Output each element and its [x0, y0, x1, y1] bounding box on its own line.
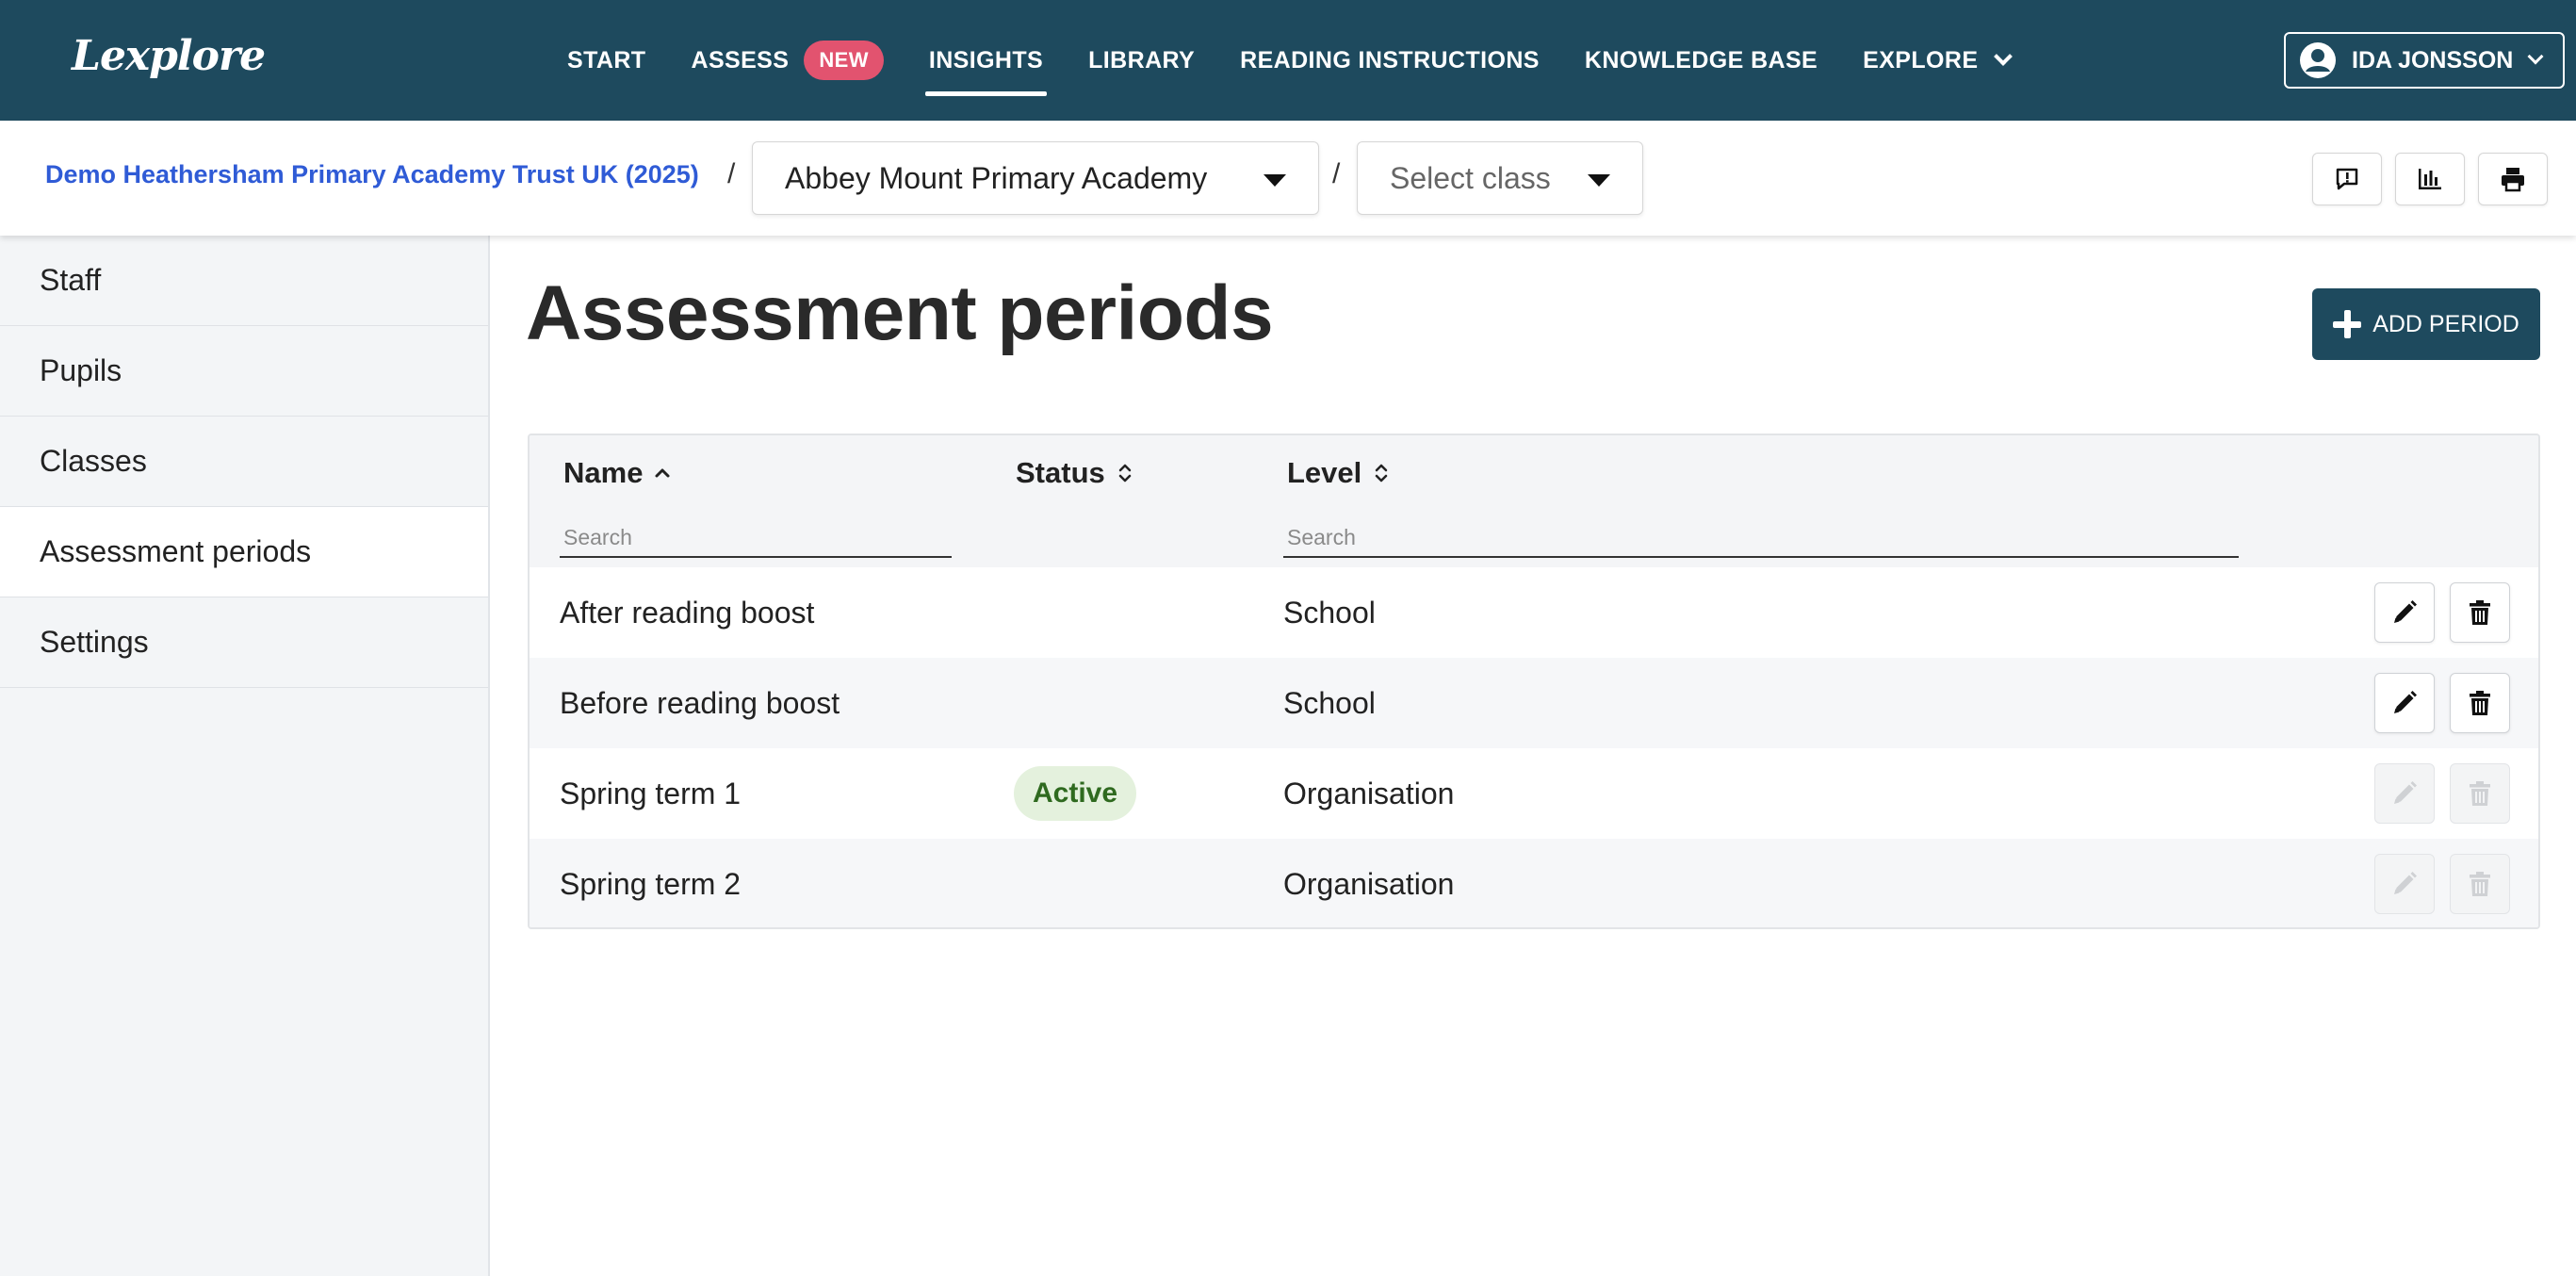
- plus-icon: [2333, 310, 2362, 338]
- cell-level: Organisation: [1283, 776, 1455, 810]
- pencil-icon: [2394, 872, 2417, 894]
- nav-item-assess[interactable]: ASSESS NEW: [668, 0, 905, 121]
- sidebar-item-label: Classes: [40, 444, 147, 478]
- feedback-icon: [2336, 168, 2358, 190]
- trash-icon: [2470, 872, 2490, 896]
- cell-level: Organisation: [1283, 866, 1455, 901]
- nav-item-insights[interactable]: INSIGHTS: [906, 0, 1066, 121]
- sidebar-item-label: Staff: [40, 263, 102, 297]
- top-navigation-bar: Lexplore START ASSESS NEW INSIGHTS LIBRA…: [0, 0, 2576, 121]
- sidebar: Staff Pupils Classes Assessment periods …: [0, 236, 490, 1276]
- nav-item-explore[interactable]: EXPLORE: [1840, 0, 2032, 121]
- name-search-input[interactable]: [560, 509, 952, 558]
- class-select-placeholder: Select class: [1390, 160, 1551, 195]
- cell-level: School: [1283, 595, 1376, 630]
- sidebar-item-staff[interactable]: Staff: [0, 236, 488, 326]
- table-row: Spring term 1 Active Organisation: [530, 748, 2538, 839]
- chevron-down-icon: [2527, 48, 2544, 65]
- status-badge: Active: [1014, 766, 1137, 821]
- bar-chart-icon: [2419, 169, 2441, 189]
- school-select-value: Abbey Mount Primary Academy: [785, 160, 1208, 195]
- sidebar-item-label: Settings: [40, 625, 149, 659]
- user-menu-button[interactable]: IDA JONSSON: [2284, 32, 2565, 89]
- breadcrumb-separator: /: [1332, 158, 1341, 189]
- caret-down-icon: [1588, 174, 1610, 187]
- sidebar-item-assessment-periods[interactable]: Assessment periods: [0, 507, 488, 597]
- cell-name: Spring term 2: [560, 866, 742, 901]
- column-header-label: Name: [563, 456, 644, 489]
- sidebar-item-label: Assessment periods: [40, 534, 312, 568]
- printer-icon: [2502, 168, 2524, 192]
- pencil-icon: [2394, 600, 2417, 623]
- breadcrumb-organisation-link[interactable]: Demo Heathersham Primary Academy Trust U…: [45, 160, 699, 189]
- delete-button: [2450, 854, 2510, 914]
- breadcrumb-separator: /: [727, 158, 736, 189]
- print-button[interactable]: [2478, 153, 2548, 205]
- user-name: IDA JONSSON: [2352, 46, 2514, 74]
- breadcrumb: Demo Heathersham Primary Academy Trust U…: [0, 121, 2576, 236]
- nav-item-start[interactable]: START: [545, 0, 668, 121]
- nav-item-label: START: [567, 46, 646, 74]
- edit-button: [2374, 763, 2435, 824]
- edit-button[interactable]: [2374, 673, 2435, 733]
- feedback-button[interactable]: [2312, 153, 2382, 205]
- trash-icon: [2470, 781, 2490, 806]
- sort-ascending-icon: [655, 468, 670, 478]
- sort-icon: [1376, 464, 1388, 483]
- page-title: Assessment periods: [526, 270, 1274, 356]
- table-row: Before reading boost School: [530, 658, 2538, 748]
- class-select[interactable]: Select class: [1357, 141, 1643, 215]
- edit-button[interactable]: [2374, 582, 2435, 643]
- column-header-level[interactable]: Level: [1287, 456, 1392, 490]
- caret-down-icon: [1264, 174, 1286, 187]
- cell-level: School: [1283, 685, 1376, 720]
- school-select[interactable]: Abbey Mount Primary Academy: [752, 141, 1319, 215]
- lexplore-logo[interactable]: Lexplore: [72, 26, 266, 87]
- chevron-down-icon: [1994, 47, 2014, 66]
- cell-status: Active: [1014, 748, 1137, 839]
- column-header-name[interactable]: Name: [563, 456, 673, 490]
- nav-item-label: INSIGHTS: [928, 46, 1044, 74]
- nav-item-knowledge-base[interactable]: KNOWLEDGE BASE: [1562, 0, 1840, 121]
- nav-item-label: LIBRARY: [1088, 46, 1196, 74]
- delete-button[interactable]: [2450, 673, 2510, 733]
- add-period-label: ADD PERIOD: [2372, 310, 2519, 337]
- cell-name: Before reading boost: [560, 685, 840, 720]
- add-period-button[interactable]: ADD PERIOD: [2312, 288, 2540, 360]
- sidebar-item-label: Pupils: [40, 353, 122, 387]
- column-header-label: Level: [1287, 456, 1362, 489]
- sort-icon: [1118, 464, 1131, 483]
- nav-item-reading-instructions[interactable]: READING INSTRUCTIONS: [1217, 0, 1562, 121]
- delete-button[interactable]: [2450, 582, 2510, 643]
- table-header: Name Status Level: [530, 435, 2538, 567]
- column-header-label: Status: [1016, 456, 1105, 489]
- column-header-status[interactable]: Status: [1016, 456, 1135, 490]
- cell-name: Spring term 1: [560, 776, 742, 810]
- table-row: Spring term 2 Organisation: [530, 839, 2538, 927]
- edit-button: [2374, 854, 2435, 914]
- pencil-icon: [2394, 691, 2417, 713]
- nav-item-label: EXPLORE: [1863, 46, 1979, 74]
- sidebar-item-pupils[interactable]: Pupils: [0, 326, 488, 417]
- sidebar-item-settings[interactable]: Settings: [0, 597, 488, 688]
- main-nav: START ASSESS NEW INSIGHTS LIBRARY READIN…: [545, 0, 2032, 121]
- pencil-icon: [2394, 781, 2417, 804]
- statistics-button[interactable]: [2395, 153, 2465, 205]
- nav-item-library[interactable]: LIBRARY: [1066, 0, 1217, 121]
- nav-item-label: KNOWLEDGE BASE: [1584, 46, 1818, 74]
- table-row: After reading boost School: [530, 567, 2538, 658]
- trash-icon: [2470, 600, 2490, 625]
- nav-item-label: ASSESS: [691, 46, 790, 74]
- level-search-input[interactable]: [1283, 509, 2239, 558]
- delete-button: [2450, 763, 2510, 824]
- assessment-periods-table: Name Status Level After reading boost Sc…: [528, 434, 2540, 929]
- trash-icon: [2470, 691, 2490, 715]
- sidebar-item-classes[interactable]: Classes: [0, 417, 488, 507]
- new-badge: NEW: [804, 41, 884, 80]
- nav-item-label: READING INSTRUCTIONS: [1240, 46, 1540, 74]
- user-avatar-icon: [2300, 42, 2336, 78]
- cell-name: After reading boost: [560, 595, 815, 630]
